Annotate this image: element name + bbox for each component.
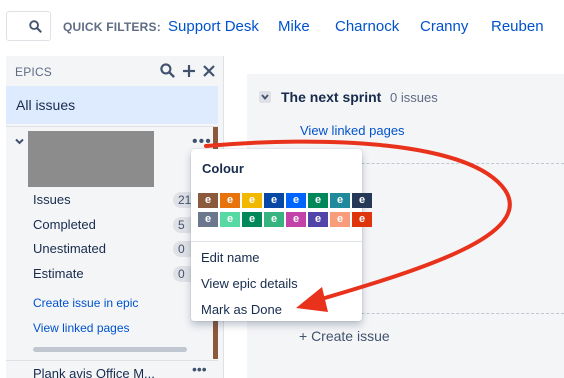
annotation-arrow xyxy=(204,139,512,312)
